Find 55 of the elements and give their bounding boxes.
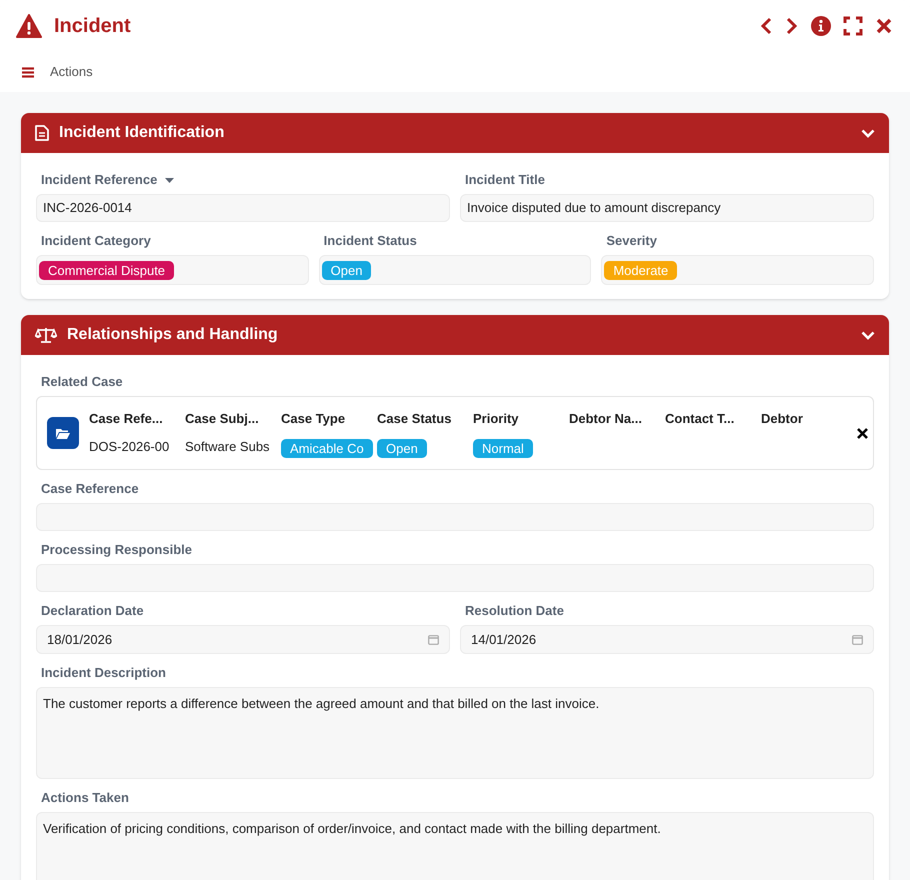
field-label: Declaration Date <box>41 602 144 620</box>
column-header: Case Status <box>377 410 452 428</box>
column-header: Debtor <box>761 410 804 428</box>
input-field[interactable]: Invoice disputed due to amount discrepancy <box>460 194 874 222</box>
field-label: Incident Title <box>465 171 545 190</box>
field-label: Severity <box>606 232 657 250</box>
chevron-down-icon[interactable] <box>861 330 875 340</box>
cell-value: DOS-2026-00 <box>89 438 170 456</box>
column-header: Priority <box>473 410 520 428</box>
input-field[interactable]: Commercial Dispute <box>36 255 309 285</box>
caret-icon[interactable] <box>165 178 174 182</box>
input-field[interactable]: The customer reports a difference between the agreed amount and that billed on the last invoice. <box>36 687 874 779</box>
cell-value: Software Subs <box>185 438 271 456</box>
tag: Normal <box>473 438 533 458</box>
input-field[interactable]: INC-2026-0014 <box>36 194 450 222</box>
warning-icon <box>16 14 42 38</box>
column-header: Contact T... <box>665 410 736 428</box>
section-header[interactable]: Incident Identification <box>21 113 889 153</box>
tag: Commercial Dispute <box>39 260 174 280</box>
scales-icon <box>35 327 57 343</box>
section-title: Relationships and Handling <box>67 325 278 345</box>
field-label: Incident Status <box>324 232 417 250</box>
window-title: Incident <box>54 14 131 39</box>
chevron-down-icon[interactable] <box>861 128 875 138</box>
field-label: Incident Category <box>41 232 151 250</box>
section-title: Incident Identification <box>59 123 224 143</box>
folder-icon <box>47 417 79 449</box>
input-field[interactable]: 18/01/2026 <box>36 625 450 654</box>
info-button[interactable] <box>810 15 832 37</box>
tag: Moderate <box>604 260 678 280</box>
column-header: Case Type <box>281 410 346 428</box>
column-header: Debtor Na... <box>569 410 643 428</box>
column-header: Case Subj... <box>185 410 260 428</box>
menu-icon[interactable] <box>22 66 34 78</box>
field-label: Actions Taken <box>41 789 129 808</box>
maximize-button[interactable] <box>842 15 864 37</box>
column-header: Case Refe... <box>89 410 164 428</box>
field-label: Resolution Date <box>465 602 564 620</box>
input-field[interactable]: Verification of pricing conditions, comparison of order/invoice, and contact made with the billing department. <box>36 812 874 880</box>
tag: Open <box>377 438 427 458</box>
actions-menu[interactable]: Actions <box>50 62 93 82</box>
tag: Amicable Co <box>281 438 373 458</box>
close-button[interactable] <box>874 16 894 36</box>
field-label: Incident Reference <box>41 171 158 190</box>
field-label: Related Case <box>41 373 123 392</box>
tag: Open <box>322 260 372 280</box>
previous-button[interactable] <box>758 16 774 36</box>
field-label: Processing Responsible <box>41 541 192 560</box>
section-header[interactable]: Relationships and Handling <box>21 315 889 355</box>
field-label: Case Reference <box>41 480 139 498</box>
next-button[interactable] <box>784 16 800 36</box>
field-label: Incident Description <box>41 664 166 682</box>
document-icon <box>35 125 49 141</box>
remove-button[interactable] <box>857 426 868 440</box>
input-field[interactable]: 14/01/2026 <box>460 625 874 654</box>
